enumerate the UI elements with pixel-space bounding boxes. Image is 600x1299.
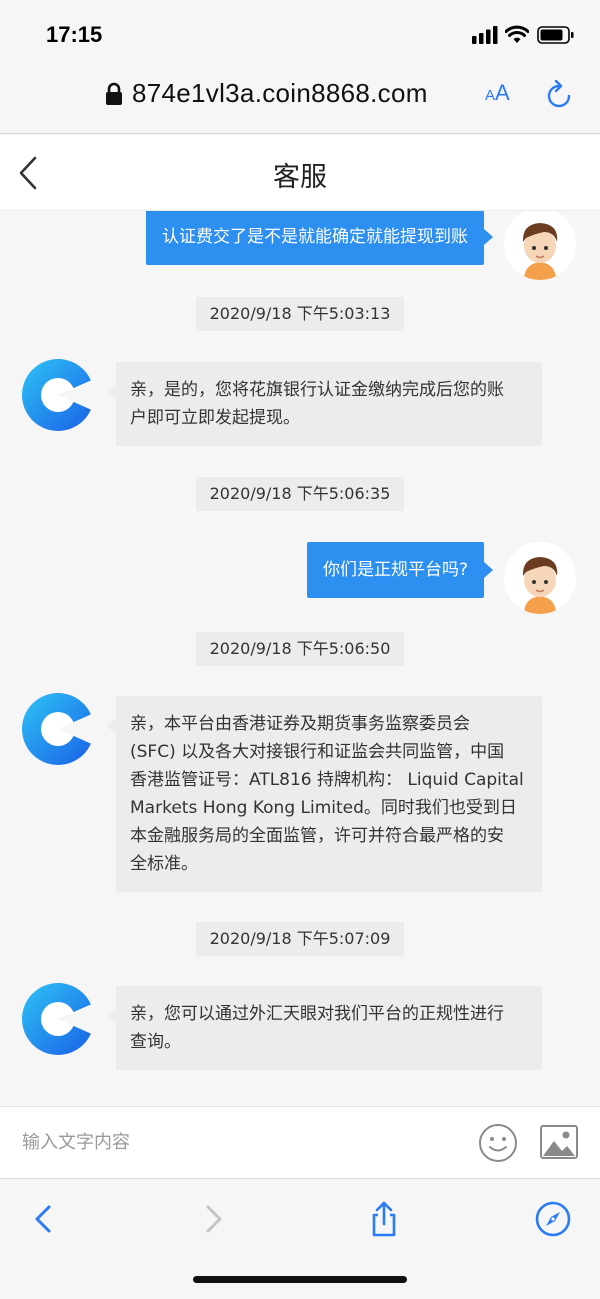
chat-header: 客服 [0, 135, 600, 211]
timestamp-text: 2020/9/18 下午5:06:50 [195, 632, 405, 666]
timestamp-text: 2020/9/18 下午5:06:35 [195, 477, 405, 511]
user-avatar-icon [504, 211, 576, 280]
message-timestamp: 2020/9/18 下午5:07:09 [0, 922, 600, 956]
text-size-large-label: A [495, 80, 510, 105]
outgoing-message: 认证费交了是不是就能确定就能提现到账 [146, 211, 493, 265]
compass-icon[interactable] [533, 1199, 573, 1239]
lock-icon [106, 82, 122, 105]
browser-back-icon[interactable] [24, 1199, 64, 1239]
text-size-small-label: A [485, 87, 496, 104]
message-line: 亲，您可以通过外汇天眼对我们平台的正规性进行 [130, 1004, 504, 1024]
user-avatar [504, 211, 576, 280]
smiley-icon[interactable] [478, 1123, 518, 1163]
cellular-signal-icon [472, 26, 498, 44]
url-bar[interactable]: 874e1vl3a.coin8868.com AA [0, 72, 600, 134]
status-time: 17:15 [46, 22, 103, 47]
message-line: 查询。 [130, 1032, 181, 1052]
incoming-message: 亲，您可以通过外汇天眼对我们平台的正规性进行 查询。 [107, 986, 542, 1070]
message-line: 户即可立即发起提现。 [130, 408, 300, 428]
timestamp-text: 2020/9/18 下午5:07:09 [195, 922, 405, 956]
message-timestamp: 2020/9/18 下午5:06:35 [0, 477, 600, 511]
wifi-icon [505, 25, 529, 43]
message-input[interactable] [22, 1125, 442, 1159]
message-line: 香港监管证号：ATL816 持牌机构： Liquid Capital [130, 770, 524, 790]
message-line: (SFC) 以及各大对接银行和证监会共同监管，中国 [130, 742, 505, 762]
chat-messages[interactable]: 认证费交了是不是就能确定就能提现到账 2020/9/18 下午5:03:13 亲… [0, 211, 600, 1106]
image-icon[interactable] [540, 1125, 578, 1159]
message-line: 本金融服务局的全面监管，许可并符合最严格的安 [130, 826, 504, 846]
user-avatar [504, 542, 576, 614]
page-title: 客服 [273, 162, 327, 193]
home-indicator[interactable] [193, 1276, 407, 1283]
support-logo-icon [22, 359, 94, 431]
reload-icon[interactable] [546, 80, 572, 108]
message-line: 全标准。 [130, 854, 198, 874]
message-line: 亲，本平台由香港证券及期货事务监察委员会 [130, 714, 470, 734]
incoming-message: 亲，是的，您将花旗银行认证金缴纳完成后您的账 户即可立即发起提现。 [107, 362, 542, 446]
user-avatar-icon [504, 542, 576, 614]
message-timestamp: 2020/9/18 下午5:03:13 [0, 297, 600, 331]
timestamp-text: 2020/9/18 下午5:03:13 [195, 297, 405, 331]
message-line: 亲，是的，您将花旗银行认证金缴纳完成后您的账 [130, 380, 504, 400]
message-timestamp: 2020/9/18 下午5:06:50 [0, 632, 600, 666]
support-logo-icon [22, 693, 94, 765]
status-bar: 17:15 [0, 0, 600, 72]
message-composer [0, 1106, 600, 1178]
outgoing-message: 你们是正规平台吗? [306, 542, 494, 598]
text-size-button[interactable]: AA [485, 80, 510, 106]
url-text[interactable]: 874e1vl3a.coin8868.com [132, 78, 428, 109]
incoming-message: 亲，本平台由香港证券及期货事务监察委员会 (SFC) 以及各大对接银行和证监会共… [107, 696, 542, 892]
battery-icon [537, 26, 574, 44]
message-line: Markets Hong Kong Limited。同时我们也受到日 [130, 798, 517, 818]
support-logo-icon [22, 983, 94, 1055]
share-icon[interactable] [364, 1199, 404, 1239]
browser-forward-icon[interactable] [193, 1199, 233, 1239]
